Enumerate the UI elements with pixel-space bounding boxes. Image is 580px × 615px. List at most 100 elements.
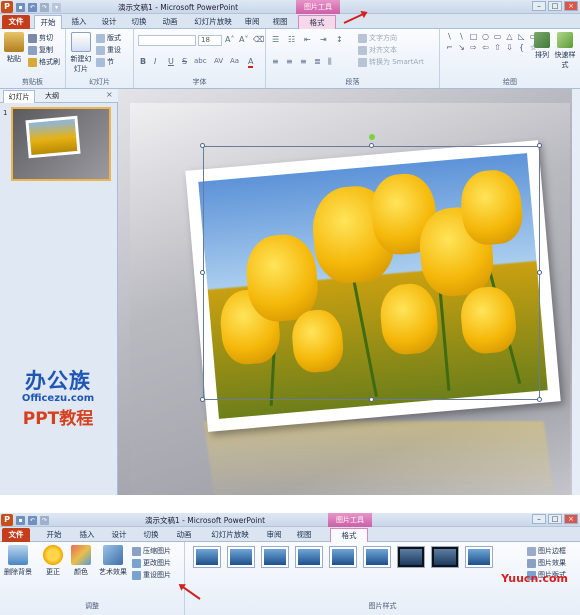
paste-button[interactable]: 粘贴 — [3, 32, 25, 64]
resize-handle[interactable] — [537, 397, 542, 402]
minimize-icon[interactable]: – — [532, 1, 546, 11]
tab-review[interactable]: 审阅 — [262, 528, 286, 542]
maximize-icon[interactable]: □ — [548, 1, 562, 11]
tab-slideshow[interactable]: 幻灯片放映 — [204, 528, 256, 542]
picture-style-4[interactable] — [295, 546, 323, 568]
italic-button[interactable]: I — [154, 57, 156, 66]
compress-pictures-button[interactable]: 压缩图片 — [132, 546, 171, 556]
clear-format-icon[interactable]: ⌫ — [253, 35, 264, 44]
text-direction-button[interactable]: 文字方向 — [358, 33, 397, 43]
change-case-button[interactable]: Aa — [230, 57, 239, 65]
picture-style-1[interactable] — [193, 546, 221, 568]
right-triangle-icon[interactable]: ◺ — [516, 32, 527, 42]
oval-shape-icon[interactable]: ○ — [480, 32, 491, 42]
rect-shape-icon[interactable]: □ — [468, 32, 479, 42]
resize-handle[interactable] — [537, 270, 542, 275]
decrease-indent-icon[interactable]: ⇤ — [304, 35, 311, 44]
powerpoint-app-icon[interactable]: P — [1, 514, 13, 526]
rounded-rect-icon[interactable]: ▭ — [492, 32, 503, 42]
resize-handle[interactable] — [200, 397, 205, 402]
arrow-down-icon[interactable]: ⇩ — [504, 43, 515, 53]
tab-insert[interactable]: 插入 — [74, 528, 100, 542]
rotation-handle[interactable] — [369, 134, 375, 140]
tab-format[interactable]: 格式 — [298, 15, 336, 29]
undo-icon[interactable]: ↶ — [28, 2, 37, 12]
close-pane-icon[interactable]: × — [106, 90, 113, 99]
tab-insert[interactable]: 插入 — [66, 15, 92, 29]
tab-file[interactable]: 文件 — [2, 528, 30, 542]
align-right-icon[interactable]: ≡ — [300, 57, 307, 66]
quick-styles-button[interactable]: 快速样式 — [552, 32, 578, 70]
triangle-icon[interactable]: △ — [504, 32, 515, 42]
reset-picture-button[interactable]: 重设图片 — [132, 570, 171, 580]
numbering-icon[interactable]: ☷ — [288, 35, 295, 44]
remove-background-button[interactable]: 删除背景 — [2, 545, 34, 577]
tab-outline[interactable]: 大纲 — [36, 90, 68, 103]
maximize-icon[interactable]: □ — [548, 514, 562, 524]
font-size-combo[interactable]: 18 — [198, 35, 222, 46]
resize-handle[interactable] — [200, 143, 205, 148]
tab-animations[interactable]: 动画 — [170, 528, 198, 542]
elbow-icon[interactable]: ⌐ — [444, 43, 455, 53]
tab-view[interactable]: 视图 — [268, 15, 292, 29]
line-shape-icon[interactable]: \ — [444, 32, 455, 42]
tab-transitions[interactable]: 切换 — [126, 15, 152, 29]
spacing-button[interactable]: AV — [214, 57, 223, 65]
tab-home[interactable]: 开始 — [40, 528, 68, 542]
resize-handle[interactable] — [200, 270, 205, 275]
tab-animations[interactable]: 动画 — [156, 15, 184, 29]
tab-format[interactable]: 格式 — [330, 528, 368, 542]
redo-icon[interactable]: ↷ — [40, 2, 49, 12]
slide-thumbnail[interactable] — [11, 107, 111, 181]
bullets-icon[interactable]: ☰ — [272, 35, 279, 44]
tab-design[interactable]: 设计 — [96, 15, 122, 29]
picture-style-7[interactable] — [397, 546, 425, 568]
picture-style-3[interactable] — [261, 546, 289, 568]
tab-slides[interactable]: 幻灯片 — [3, 90, 35, 103]
color-button[interactable]: 颜色 — [68, 545, 94, 577]
font-name-combo[interactable] — [138, 35, 196, 46]
shrink-font-icon[interactable]: A˅ — [239, 35, 248, 44]
picture-style-9[interactable] — [465, 546, 493, 568]
font-color-button[interactable]: A — [248, 57, 254, 68]
bold-button[interactable]: B — [140, 57, 146, 66]
undo-icon[interactable]: ↶ — [28, 515, 37, 525]
section-button[interactable]: 节 — [96, 57, 114, 67]
increase-indent-icon[interactable]: ⇥ — [320, 35, 327, 44]
arrow-up-icon[interactable]: ⇧ — [492, 43, 503, 53]
tab-transitions[interactable]: 切换 — [138, 528, 164, 542]
cut-button[interactable]: 剪切 — [28, 33, 53, 43]
picture-style-8[interactable] — [431, 546, 459, 568]
resize-handle[interactable] — [537, 143, 542, 148]
resize-handle[interactable] — [369, 143, 374, 148]
brace-icon[interactable]: { — [516, 43, 527, 53]
artistic-effects-button[interactable]: 艺术效果 — [96, 545, 130, 577]
picture-style-6[interactable] — [363, 546, 391, 568]
align-center-icon[interactable]: ≡ — [286, 57, 293, 66]
columns-icon[interactable]: ⫼ — [328, 57, 332, 67]
redo-icon[interactable]: ↷ — [40, 515, 49, 525]
align-text-button[interactable]: 对齐文本 — [358, 45, 397, 55]
tab-design[interactable]: 设计 — [106, 528, 132, 542]
arrange-button[interactable]: 排列 — [532, 32, 552, 60]
copy-button[interactable]: 复制 — [28, 45, 53, 55]
align-left-icon[interactable]: ≡ — [272, 57, 279, 66]
strike-button[interactable]: S — [182, 57, 187, 66]
line-spacing-icon[interactable]: ↕ — [336, 35, 343, 44]
arrow-right-icon[interactable]: ⇨ — [468, 43, 479, 53]
format-painter-button[interactable]: 格式刷 — [28, 57, 60, 67]
arrow-left-icon[interactable]: ⇦ — [480, 43, 491, 53]
connector-icon[interactable]: ↘ — [456, 43, 467, 53]
minimize-icon[interactable]: – — [532, 514, 546, 524]
powerpoint-app-icon[interactable]: P — [1, 1, 13, 13]
convert-smartart-button[interactable]: 转换为 SmartArt — [358, 57, 424, 67]
picture-effects-button[interactable]: 图片效果 — [527, 558, 566, 568]
save-icon[interactable]: ▪ — [16, 2, 25, 12]
vertical-scrollbar[interactable] — [572, 89, 580, 495]
save-icon[interactable]: ▪ — [16, 515, 25, 525]
underline-button[interactable]: U — [168, 57, 174, 66]
reset-button[interactable]: 重设 — [96, 45, 121, 55]
picture-border-button[interactable]: 图片边框 — [527, 546, 566, 556]
new-slide-button[interactable]: 新建幻灯片 — [68, 32, 94, 74]
tab-slideshow[interactable]: 幻灯片放映 — [188, 15, 238, 29]
